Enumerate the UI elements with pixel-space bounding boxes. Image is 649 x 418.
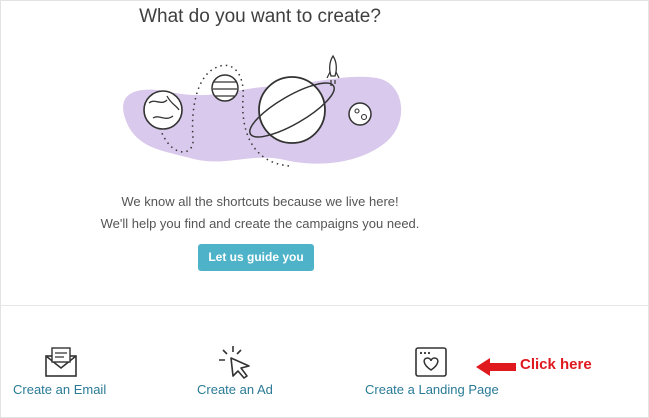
intro-text-line-1: We know all the shortcuts because we liv… [121, 194, 399, 209]
section-divider [0, 305, 649, 306]
cursor-click-icon [219, 346, 250, 379]
arrow-left-icon [476, 358, 516, 376]
envelope-icon [45, 347, 77, 377]
create-landing-page-label[interactable]: Create a Landing Page [365, 382, 499, 397]
create-ad-option[interactable]: Create an Ad [190, 340, 290, 400]
click-here-annotation: Click here [520, 356, 592, 373]
guide-button[interactable]: Let us guide you [198, 244, 314, 271]
page-title: What do you want to create? [139, 6, 381, 27]
space-illustration [123, 54, 402, 167]
intro-text-line-2: We'll help you find and create the campa… [100, 216, 420, 231]
create-ad-label[interactable]: Create an Ad [197, 382, 273, 397]
landing-page-icon [415, 347, 447, 377]
create-email-option[interactable]: Create an Email [8, 340, 118, 400]
create-email-label[interactable]: Create an Email [13, 382, 106, 397]
